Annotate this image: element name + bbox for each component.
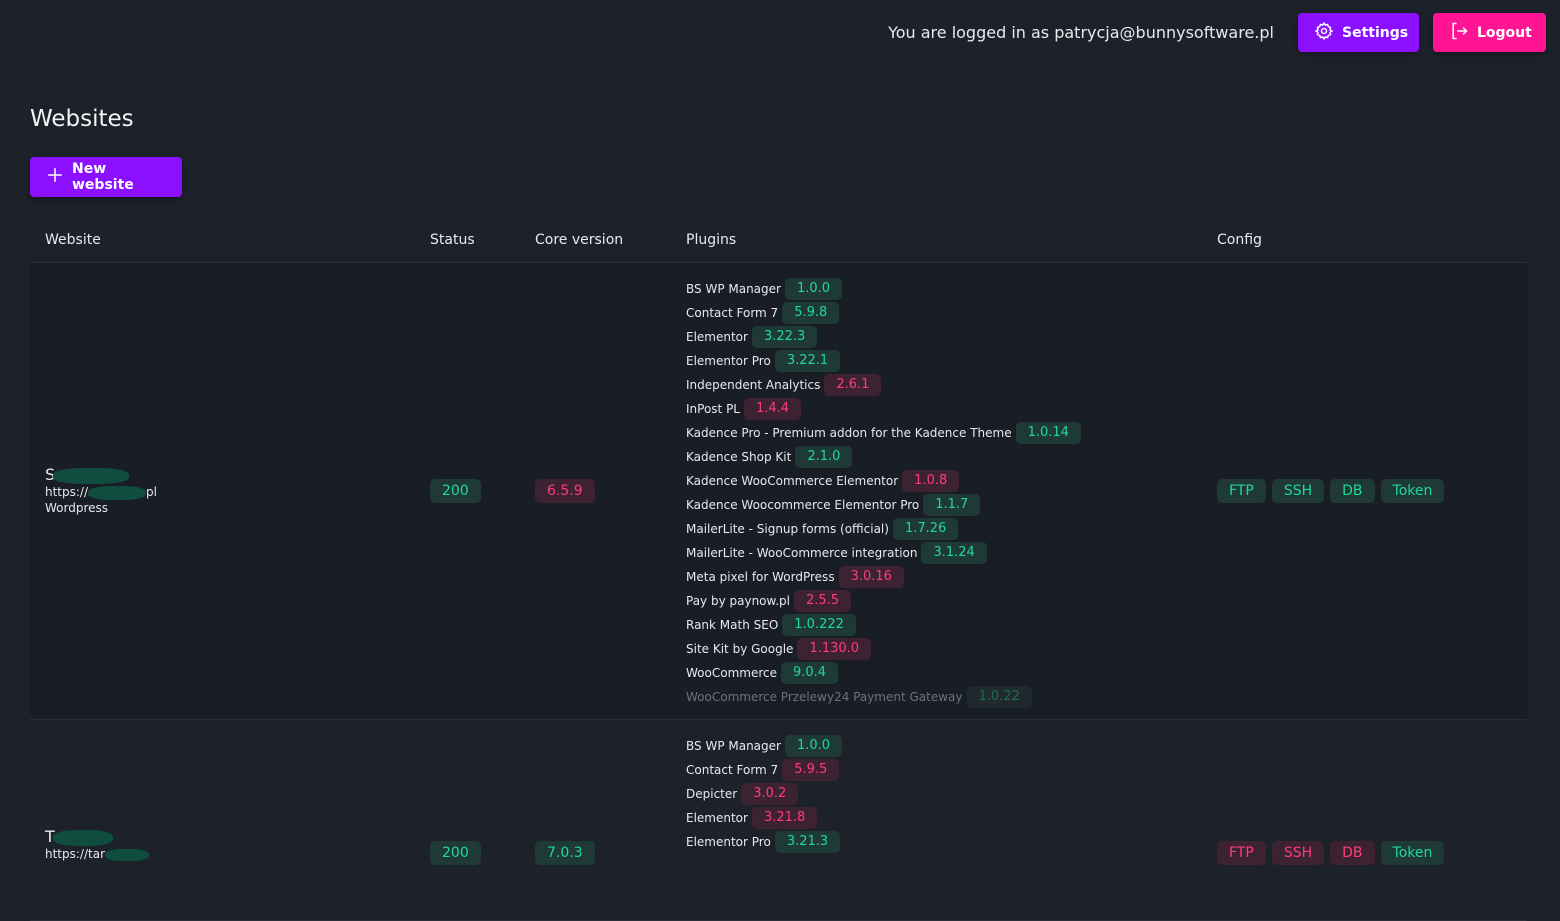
column-core-version: Core version: [535, 232, 624, 248]
core-version-cell: 6.5.9: [535, 479, 595, 503]
plugin-version-badge: 3.1.24: [921, 542, 987, 564]
plugins-list: BS WP Manager 1.0.0 Contact Form 7 5.9.8 E…: [686, 277, 1081, 709]
plugin-item: Independent Analytics 2.6.1: [686, 373, 1081, 397]
plugin-item: Elementor 3.22.3: [686, 325, 1081, 349]
plugin-version-badge: 3.0.2: [741, 783, 799, 805]
core-version-badge: 6.5.9: [535, 479, 595, 503]
ssh-badge[interactable]: SSH: [1271, 479, 1325, 503]
settings-button[interactable]: Settings: [1298, 13, 1419, 52]
redaction-mark: [105, 848, 150, 861]
plugin-item: Rank Math SEO 1.0.222: [686, 613, 1081, 637]
redaction-mark: [52, 829, 113, 846]
config-cell: FTP SSH DB Token: [1217, 479, 1445, 503]
settings-label: Settings: [1342, 24, 1409, 41]
logout-icon: [1449, 21, 1469, 45]
redaction-mark: [88, 485, 147, 500]
website-url-suffix: pl: [146, 485, 157, 499]
plugin-item: Kadence Shop Kit 2.1.0: [686, 445, 1081, 469]
plugin-item: Contact Form 7 5.9.8: [686, 301, 1081, 325]
redaction-mark: [53, 467, 130, 484]
plugin-version-badge: 3.22.1: [774, 350, 841, 372]
plugin-version-badge: 1.0.222: [782, 614, 856, 636]
plugin-version-badge: 1.130.0: [797, 638, 872, 660]
plugin-item: Pay by paynow.pl 2.5.5: [686, 589, 1081, 613]
plugin-version-badge: 3.21.8: [751, 807, 818, 829]
plugin-item: Elementor Pro 3.22.1: [686, 349, 1081, 373]
plugin-item: InPost PL 1.4.4: [686, 397, 1081, 421]
plugin-version-badge: 1.0.0: [784, 735, 843, 757]
new-website-button[interactable]: New website: [30, 157, 182, 197]
logout-button[interactable]: Logout: [1433, 13, 1546, 52]
logged-in-text: You are logged in as patrycja@bunnysoftw…: [888, 23, 1274, 42]
plugin-item: Meta pixel for WordPress 3.0.16: [686, 565, 1081, 589]
gear-icon: [1314, 21, 1334, 45]
ssh-badge[interactable]: SSH: [1271, 841, 1325, 865]
plugin-item: Contact Form 7 5.9.5: [686, 758, 842, 782]
plugin-version-badge: 5.9.8: [782, 302, 840, 324]
column-website: Website: [45, 232, 101, 248]
plugin-item: Site Kit by Google 1.130.0: [686, 637, 1081, 661]
plugin-item: WooCommerce Przelewy24 Payment Gateway 1.…: [686, 685, 1081, 709]
plugin-item: BS WP Manager 1.0.0: [686, 734, 843, 758]
plugin-version-badge: 2.1.0: [795, 446, 853, 468]
config-cell: FTP SSH DB Token: [1217, 841, 1445, 865]
plugin-version-badge: 2.6.1: [824, 374, 882, 396]
column-plugins: Plugins: [686, 232, 737, 248]
table-row: S https://pl Wordpress 200 6.5.9 BS WP M…: [30, 263, 1527, 720]
ftp-badge[interactable]: FTP: [1217, 841, 1266, 865]
plugin-item: MailerLite - WooCommerce integration 3.1.…: [686, 541, 1081, 565]
plugin-version-badge: 9.0.4: [780, 662, 839, 684]
plugin-item: Elementor Pro 3.21.3: [686, 830, 842, 854]
plugin-version-badge: 2.5.5: [794, 590, 852, 612]
plugin-item: Elementor 3.21.8: [686, 806, 842, 830]
table-row: T https://tar 200 7.0.3 BS WP Manager 1.0…: [30, 720, 1527, 921]
website-cell[interactable]: S https://pl Wordpress: [45, 466, 157, 516]
plugin-version-badge: 3.21.3: [774, 831, 841, 853]
plugin-version-badge: 1.4.4: [744, 398, 802, 420]
status-cell: 200: [430, 841, 481, 865]
logout-label: Logout: [1477, 24, 1532, 41]
plugin-version-badge: 1.0.14: [1015, 422, 1081, 444]
plugin-version-badge: 5.9.5: [782, 759, 840, 781]
token-badge[interactable]: Token: [1380, 479, 1445, 503]
table-header: Website Status Core version Plugins Conf…: [30, 222, 1527, 263]
plus-icon: [46, 166, 64, 188]
websites-table: Website Status Core version Plugins Conf…: [30, 222, 1527, 921]
website-type: Wordpress: [45, 501, 109, 515]
top-bar: You are logged in as patrycja@bunnysoftw…: [888, 13, 1546, 52]
plugin-version-badge: 1.0.0: [784, 278, 843, 300]
column-status: Status: [430, 232, 475, 248]
token-badge[interactable]: Token: [1380, 841, 1445, 865]
plugin-version-badge: 3.0.16: [838, 566, 904, 588]
plugin-item: Kadence WooCommerce Elementor 1.0.8: [686, 469, 1081, 493]
db-badge[interactable]: DB: [1330, 479, 1375, 503]
plugin-version-badge: 1.0.8: [902, 470, 960, 492]
plugin-version-badge: 1.0.22: [966, 686, 1032, 708]
website-url: https://tar: [45, 847, 106, 861]
plugin-version-badge: 3.22.3: [751, 326, 818, 348]
plugin-item: Kadence Woocommerce Elementor Pro 1.1.7: [686, 493, 1081, 517]
ftp-badge[interactable]: FTP: [1217, 479, 1266, 503]
status-badge: 200: [430, 841, 481, 865]
new-website-label: New website: [72, 161, 134, 193]
website-url: https://: [45, 485, 89, 499]
plugin-version-badge: 1.1.7: [923, 494, 981, 516]
core-version-badge: 7.0.3: [535, 841, 595, 865]
plugin-item: Depicter 3.0.2: [686, 782, 842, 806]
plugin-item: WooCommerce 9.0.4: [686, 661, 1081, 685]
plugins-list: BS WP Manager 1.0.0 Contact Form 7 5.9.5 D…: [686, 734, 843, 854]
status-badge: 200: [430, 479, 481, 503]
status-cell: 200: [430, 479, 481, 503]
core-version-cell: 7.0.3: [535, 841, 595, 865]
db-badge[interactable]: DB: [1330, 841, 1375, 865]
plugin-version-badge: 1.7.26: [892, 518, 959, 540]
column-config: Config: [1217, 232, 1262, 248]
plugin-item: Kadence Pro - Premium addon for the Kade…: [686, 421, 1081, 445]
page-title: Websites: [30, 106, 134, 132]
plugin-item: BS WP Manager 1.0.0: [686, 277, 1081, 301]
plugin-item: MailerLite - Signup forms (official) 1.7.…: [686, 517, 1081, 541]
